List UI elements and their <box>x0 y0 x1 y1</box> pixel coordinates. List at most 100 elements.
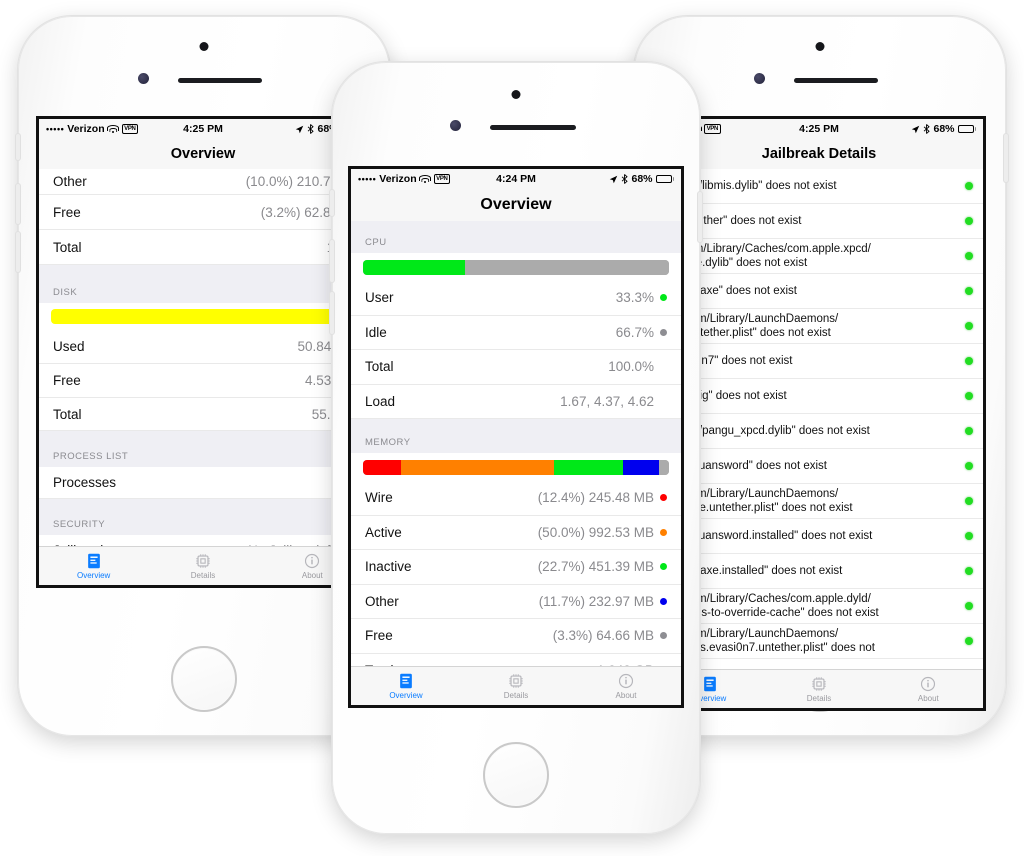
location-arrow-icon <box>296 125 304 133</box>
nav-bar-center: Overview <box>351 189 681 222</box>
row-value: 33.3% <box>615 290 654 306</box>
row-value: (11.7%) 232.97 MB <box>538 593 654 609</box>
table-row[interactable]: Idle 66.7% <box>351 315 681 350</box>
volume-up-button[interactable] <box>16 184 20 224</box>
row-label: Used <box>53 338 85 354</box>
tab-about[interactable]: About <box>874 670 983 708</box>
tab-bar-center: Overview Details About <box>351 666 681 705</box>
rear-camera-dot <box>511 90 521 99</box>
tab-about[interactable]: About <box>571 667 681 705</box>
table-row[interactable]: User 33.3% <box>351 281 681 316</box>
list-item[interactable]: /System/Library/LaunchDaemons/ ngu.axe.u… <box>655 484 983 519</box>
status-bar-left: ••••• Verizon VPN 4:25 PM 68% <box>39 119 367 139</box>
cpu-chip-icon <box>812 677 826 691</box>
mute-switch[interactable] <box>330 190 334 216</box>
tab-label: About <box>917 694 939 703</box>
document-list-icon <box>703 676 716 692</box>
list-item[interactable]: /System/Library/LaunchDaemons/ evad3rs.e… <box>655 624 983 659</box>
table-row[interactable]: Total 1.94 <box>39 230 367 265</box>
home-button[interactable] <box>171 646 237 712</box>
status-indicator-dot <box>965 567 973 575</box>
list-item[interactable]: /xuanyuansword.installed" does not exist <box>655 519 983 554</box>
bar-segment-idle <box>464 259 669 275</box>
status-indicator-dot <box>965 462 973 470</box>
table-row[interactable]: Active (50.0%) 992.53 MB <box>351 515 681 550</box>
list-item[interactable]: /taig/taig" does not exist <box>655 379 983 414</box>
power-button[interactable] <box>1004 134 1008 182</box>
tab-bar-right: Overview Details About <box>655 669 983 708</box>
list-item[interactable]: /pguntether" does not exist <box>655 204 983 239</box>
bluetooth-icon <box>308 124 315 134</box>
table-row[interactable]: Free (3.2%) 62.83 M <box>39 195 367 230</box>
row-label: Load <box>365 393 396 409</box>
row-value: 1.67, 4.37, 4.62 <box>560 393 654 409</box>
status-bar-right: rizon VPN 4:25 PM 68% <box>655 119 983 139</box>
home-button[interactable] <box>483 742 549 808</box>
list-item[interactable]: /usr/lib/libmis.dylib" does not exist <box>655 169 983 204</box>
location-arrow-icon <box>610 175 618 183</box>
vpn-badge: VPN <box>704 124 721 134</box>
table-row[interactable]: Total 100.0% <box>351 350 681 385</box>
status-indicator-dot <box>965 602 973 610</box>
overview-list-center[interactable]: CPU User 33.3% Idle 66.7% Total 100.0% Load 1.6… <box>351 221 681 667</box>
table-row[interactable]: Free (3.3%) 64.66 MB <box>351 619 681 654</box>
tab-label: Details <box>503 691 529 700</box>
volume-up-button[interactable] <box>330 240 334 282</box>
tab-overview[interactable]: Overview <box>39 547 148 585</box>
status-indicator-dot <box>965 357 973 365</box>
location-arrow-icon <box>912 125 920 133</box>
list-item[interactable]: /System/Library/Caches/com.apple.dyld/ l… <box>655 589 983 624</box>
power-button[interactable] <box>698 192 702 242</box>
table-row[interactable]: Used 50.846 G <box>39 329 367 364</box>
row-label: Total <box>53 406 82 422</box>
status-indicator-dot <box>965 427 973 435</box>
table-row[interactable]: Wire (12.4%) 245.48 MB <box>351 481 681 516</box>
signal-dots: ••••• <box>46 124 65 134</box>
bar-segment-inactive <box>553 459 624 475</box>
row-value: (3.3%) 64.66 MB <box>552 628 654 644</box>
mute-switch[interactable] <box>16 134 20 160</box>
table-row[interactable]: Load 1.67, 4.37, 4.62 <box>351 384 681 419</box>
wifi-icon <box>419 174 432 184</box>
table-row[interactable]: Other (11.7%) 232.97 MB <box>351 584 681 619</box>
tab-details[interactable]: Details <box>764 670 873 708</box>
list-item[interactable]: /panguaxe" does not exist <box>655 274 983 309</box>
table-row[interactable]: Total1.940 GB <box>351 653 681 667</box>
cpu-usage-bar <box>363 259 669 275</box>
tab-label: Overview <box>76 571 111 580</box>
table-row-processes[interactable]: Processes <box>39 467 367 499</box>
list-item[interactable]: /System/Library/LaunchDaemons/ ngu.untet… <box>655 309 983 344</box>
row-label: Free <box>365 628 393 644</box>
legend-dot <box>660 528 667 536</box>
status-indicator-dot <box>965 322 973 330</box>
carrier-label: Verizon <box>379 173 417 185</box>
section-header-disk: DISK <box>39 265 367 303</box>
list-item[interactable]: /panguaxe.installed" does not exist <box>655 554 983 589</box>
table-row[interactable]: Free 4.530 G <box>39 364 367 398</box>
list-item[interactable]: System/Library/Caches/com.apple.xpcd/ _c… <box>655 239 983 274</box>
list-item[interactable]: /usr/lib/pangu_xpcd.dylib" does not exis… <box>655 414 983 449</box>
volume-down-button[interactable] <box>330 292 334 334</box>
jailbreak-details-list[interactable]: /usr/lib/libmis.dylib" does not exist/pg… <box>655 169 983 670</box>
vpn-badge: VPN <box>433 174 451 184</box>
row-label: Active <box>365 524 402 540</box>
tab-details[interactable]: Details <box>148 547 257 585</box>
section-header-memory: MEMORY <box>351 419 681 453</box>
earpiece-speaker <box>490 125 576 130</box>
overview-list-left[interactable]: Other (10.0%) 210.73 M Free (3.2%) 62.83… <box>39 169 367 547</box>
front-camera <box>450 120 461 131</box>
tab-details[interactable]: Details <box>461 667 571 705</box>
bluetooth-icon <box>622 174 629 184</box>
status-indicator-dot <box>965 182 973 190</box>
earpiece-speaker <box>178 78 262 83</box>
list-item[interactable]: /xuanyuansword" does not exist <box>655 449 983 484</box>
phone-center-screen: ••••• Verizon VPN 4:24 PM 68% Overview C… <box>348 166 684 708</box>
tab-overview[interactable]: Overview <box>351 667 461 705</box>
table-row[interactable]: Other (10.0%) 210.73 M <box>39 169 367 195</box>
table-row[interactable]: Inactive (22.7%) 451.39 MB <box>351 550 681 585</box>
table-row[interactable]: Total 55.376 <box>39 398 367 431</box>
list-item[interactable]: /evasi0n7" does not exist <box>655 344 983 379</box>
volume-down-button[interactable] <box>16 232 20 272</box>
nav-bar-left: Overview <box>39 139 367 170</box>
status-indicator-dot <box>965 252 973 260</box>
